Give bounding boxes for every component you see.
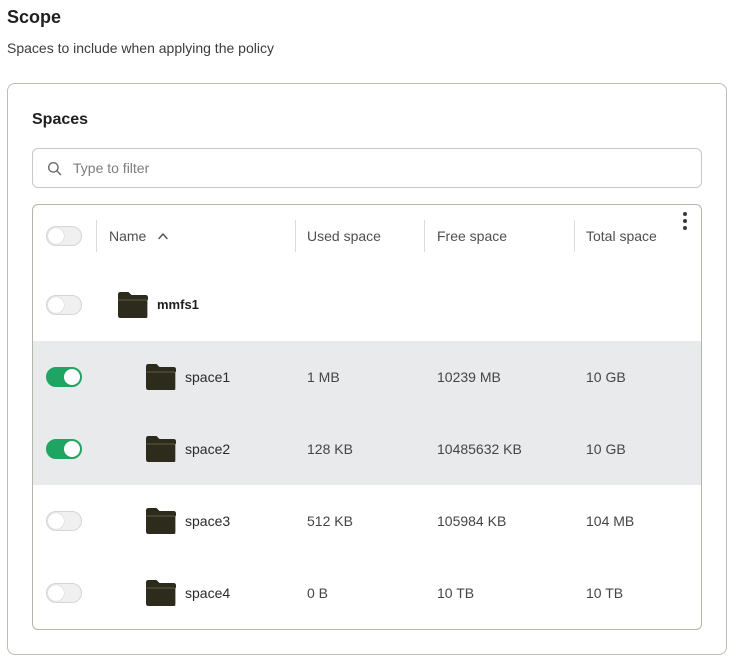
row-used-space: 512 KB (307, 513, 353, 529)
column-divider[interactable] (574, 220, 575, 252)
folder-icon (146, 508, 176, 534)
kebab-dot (683, 226, 687, 230)
row-toggle[interactable] (46, 583, 82, 603)
column-divider[interactable] (424, 220, 425, 252)
spaces-table: Name Used space Free space Total space m… (32, 204, 702, 630)
section-title: Scope (7, 7, 62, 27)
row-toggle[interactable] (46, 439, 82, 459)
row-used-space: 128 KB (307, 441, 353, 457)
row-free-space: 10 TB (437, 585, 475, 601)
section-subtitle: Spaces to include when applying the poli… (7, 40, 274, 56)
column-header-free-space[interactable]: Free space (437, 227, 507, 245)
table-row-mmfs1[interactable]: mmfs1 (33, 269, 701, 341)
row-free-space: 10239 MB (437, 369, 501, 385)
table-row-space4[interactable]: space4 0 B 10 TB 10 TB (33, 557, 701, 629)
row-name: space4 (185, 585, 231, 601)
chevron-up-icon[interactable] (157, 231, 169, 241)
row-toggle[interactable] (46, 295, 82, 315)
more-vertical-icon[interactable] (678, 211, 692, 231)
row-total-space: 104 MB (586, 513, 635, 529)
kebab-dot (683, 212, 687, 216)
row-free-space: 105984 KB (437, 513, 507, 529)
row-total-space: 10 GB (586, 441, 626, 457)
column-header-name[interactable]: Name (109, 227, 146, 245)
column-header-used-space[interactable]: Used space (307, 227, 381, 245)
row-used-space: 0 B (307, 585, 329, 601)
folder-icon (146, 364, 176, 390)
row-name: mmfs1 (157, 297, 199, 312)
table-row-space3[interactable]: space3 512 KB 105984 KB 104 MB (33, 485, 701, 557)
row-name: space1 (185, 369, 231, 385)
row-name: space3 (185, 513, 231, 529)
table-row-space2[interactable]: space2 128 KB 10485632 KB 10 GB (33, 413, 701, 485)
row-used-space: 1 MB (307, 369, 340, 385)
search-box[interactable] (32, 148, 702, 188)
folder-icon (146, 580, 176, 606)
row-free-space: 10485632 KB (437, 441, 522, 457)
search-input[interactable] (71, 149, 691, 187)
table-row-space1[interactable]: space1 1 MB 10239 MB 10 GB (33, 341, 701, 413)
folder-icon (118, 292, 148, 318)
row-toggle[interactable] (46, 511, 82, 531)
row-toggle[interactable] (46, 367, 82, 387)
kebab-dot (683, 219, 687, 223)
select-all-toggle[interactable] (46, 226, 82, 246)
row-name: space2 (185, 441, 231, 457)
column-header-total-space[interactable]: Total space (586, 227, 657, 245)
column-divider[interactable] (295, 220, 296, 252)
row-total-space: 10 TB (586, 585, 624, 601)
card-title: Spaces (32, 111, 89, 128)
column-divider[interactable] (96, 220, 97, 252)
table-header: Name Used space Free space Total space (33, 205, 701, 269)
row-total-space: 10 GB (586, 369, 626, 385)
search-icon (47, 161, 62, 176)
folder-icon (146, 436, 176, 462)
spaces-card: Spaces Name Used space Free space Total … (7, 83, 727, 655)
